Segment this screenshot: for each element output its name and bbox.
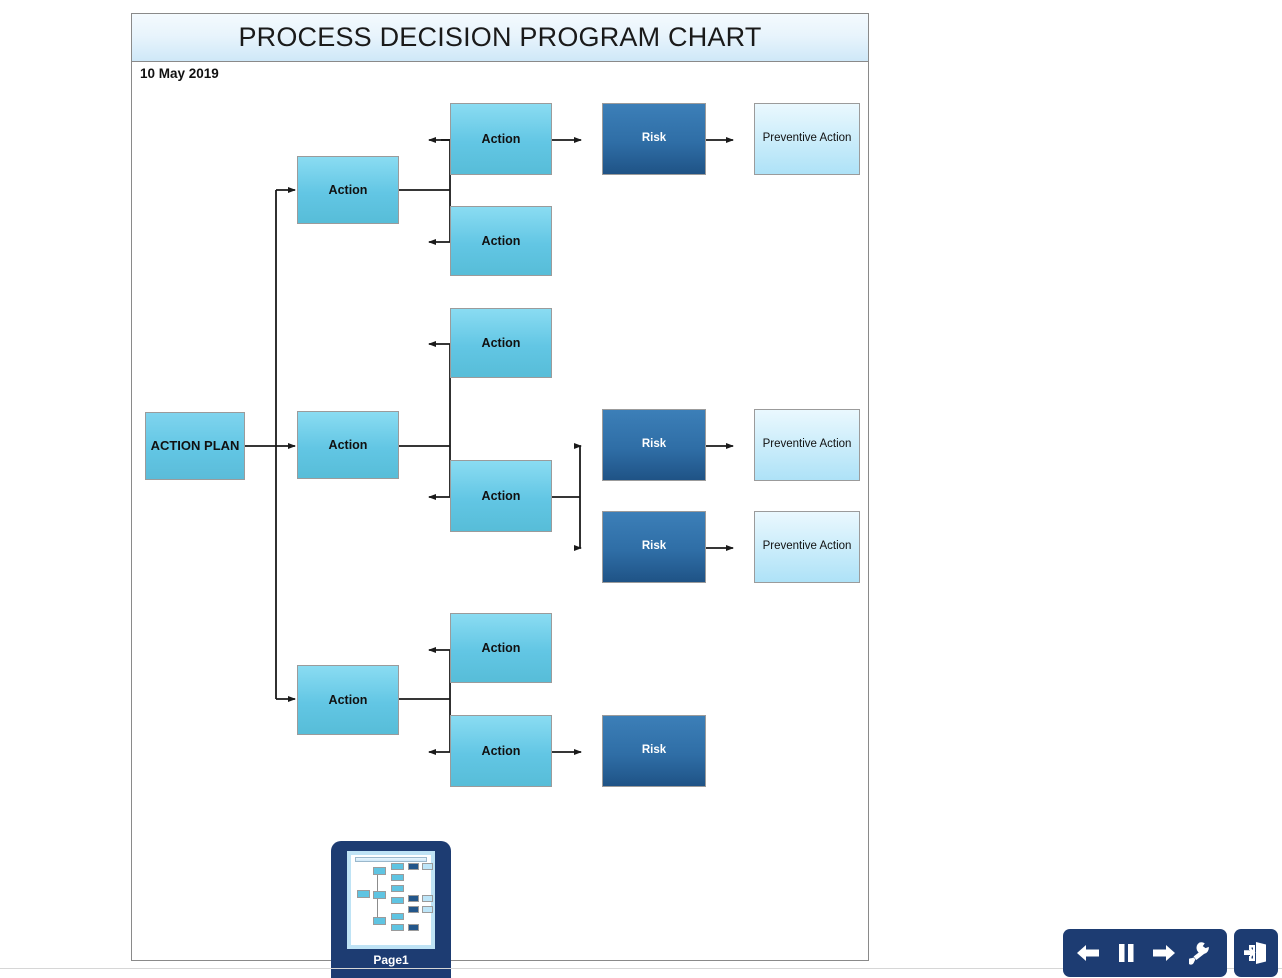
node-label: ACTION PLAN: [150, 437, 240, 453]
node-risk-4[interactable]: Risk: [602, 715, 706, 787]
node-risk-1[interactable]: Risk: [602, 103, 706, 175]
node-preventive-action-2[interactable]: Preventive Action: [754, 409, 860, 481]
wrench-icon[interactable]: [1187, 938, 1217, 968]
node-label: Action: [328, 437, 368, 452]
thumb-node: [391, 863, 404, 870]
back-arrow-icon[interactable]: [1073, 938, 1103, 968]
node-label: Risk: [641, 438, 667, 451]
thumbnail-mini-diagram: [351, 855, 433, 945]
thumb-node: [391, 874, 404, 881]
node-action-9[interactable]: Action: [450, 715, 552, 787]
node-label: Preventive Action: [762, 438, 852, 451]
thumbnail-frame: [347, 851, 435, 949]
thumb-node: [422, 906, 433, 913]
node-label: Risk: [641, 132, 667, 145]
thumb-node: [422, 895, 433, 902]
pause-icon[interactable]: [1111, 938, 1141, 968]
node-label: Action: [481, 640, 521, 655]
node-action-plan[interactable]: ACTION PLAN: [145, 412, 245, 480]
document-page: PROCESS DECISION PROGRAM CHART 10 May 20…: [131, 13, 869, 961]
node-action-6[interactable]: Action: [450, 460, 552, 532]
node-action-2[interactable]: Action: [450, 103, 552, 175]
thumb-node: [408, 924, 419, 931]
node-risk-3[interactable]: Risk: [602, 511, 706, 583]
node-action-8[interactable]: Action: [450, 613, 552, 683]
thumb-node: [373, 891, 386, 899]
pdpc-diagram: ACTION PLAN Action Action Risk Preventiv…: [132, 14, 870, 962]
thumb-node: [391, 913, 404, 920]
thumb-node: [357, 890, 370, 898]
node-risk-2[interactable]: Risk: [602, 409, 706, 481]
page-thumbnail[interactable]: Page1: [331, 841, 451, 978]
node-label: Risk: [641, 540, 667, 553]
node-label: Action: [481, 335, 521, 350]
node-preventive-action-3[interactable]: Preventive Action: [754, 511, 860, 583]
node-label: Preventive Action: [762, 132, 852, 145]
exit-button[interactable]: [1234, 929, 1278, 977]
exit-icon: [1244, 942, 1266, 964]
node-label: Action: [481, 233, 521, 248]
node-label: Action: [481, 743, 521, 758]
thumbnail-label: Page1: [373, 953, 409, 967]
node-action-4[interactable]: Action: [297, 411, 399, 479]
thumb-node: [391, 885, 404, 892]
node-label: Action: [481, 131, 521, 146]
node-action-3[interactable]: Action: [450, 206, 552, 276]
thumb-node: [373, 867, 386, 875]
thumb-node: [391, 897, 404, 904]
node-action-5[interactable]: Action: [450, 308, 552, 378]
thumb-node: [391, 924, 404, 931]
player-toolbar: [1063, 929, 1227, 977]
thumbnail-title-bar: [355, 857, 427, 862]
node-action-7[interactable]: Action: [297, 665, 399, 735]
thumb-node: [408, 863, 419, 870]
node-label: Action: [328, 692, 368, 707]
node-label: Preventive Action: [762, 540, 852, 553]
forward-arrow-icon[interactable]: [1149, 938, 1179, 968]
node-label: Action: [328, 182, 368, 197]
thumb-node: [408, 906, 419, 913]
node-action-1[interactable]: Action: [297, 156, 399, 224]
thumb-node: [422, 863, 433, 870]
node-preventive-action-1[interactable]: Preventive Action: [754, 103, 860, 175]
node-label: Action: [481, 488, 521, 503]
thumb-node: [373, 917, 386, 925]
node-label: Risk: [641, 744, 667, 757]
thumb-node: [408, 895, 419, 902]
